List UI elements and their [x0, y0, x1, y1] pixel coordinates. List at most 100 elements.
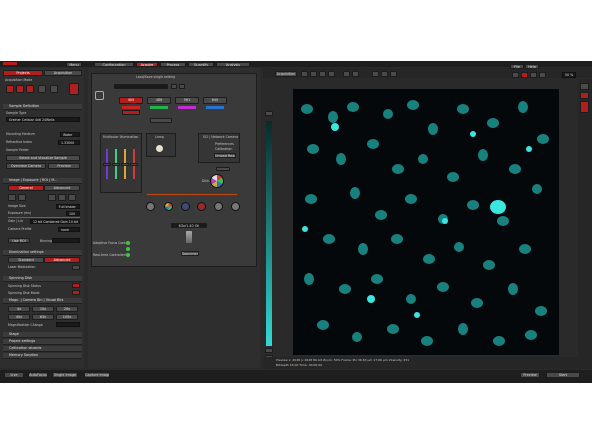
magnification-change-select[interactable]: [56, 322, 80, 327]
channel-dropdown[interactable]: [150, 118, 172, 123]
preview-bottom-button[interactable]: Preview: [520, 372, 540, 378]
wheel-5[interactable]: [214, 202, 223, 211]
save-setting-icon[interactable]: [171, 84, 177, 89]
viewer-tool-4[interactable]: [328, 71, 335, 77]
image-icon-1[interactable]: [8, 194, 16, 201]
viewer-tool-1[interactable]: [301, 71, 308, 77]
menu-button[interactable]: Menu: [66, 62, 82, 67]
viewer-tool-3[interactable]: [319, 71, 326, 77]
record-icon[interactable]: [69, 83, 79, 95]
illumination-header[interactable]: Illumination settings: [3, 250, 82, 256]
microscope-image[interactable]: [293, 89, 559, 355]
viewer-tool-2[interactable]: [310, 71, 317, 77]
project-settings-header[interactable]: Project settings: [3, 339, 82, 345]
standard-tab[interactable]: Standard: [8, 257, 44, 263]
image-icon-2[interactable]: [18, 194, 26, 201]
image-section-header[interactable]: Image | Exposure | ROI | M...: [3, 178, 82, 184]
tab-configuration[interactable]: Configuration: [94, 62, 134, 67]
image-icon-3[interactable]: [48, 194, 56, 201]
mag-button-6[interactable]: 100x: [56, 314, 78, 320]
sd-status-toggle[interactable]: [72, 283, 80, 288]
help-menu[interactable]: Help: [525, 64, 539, 69]
right-tool-1[interactable]: [580, 83, 589, 90]
tab-projects[interactable]: Projects: [3, 70, 43, 76]
slider-561-knob[interactable]: [121, 163, 129, 166]
mag-button-1[interactable]: 4x: [8, 306, 30, 312]
tab-quantify[interactable]: Quantify: [188, 62, 214, 67]
exposure-input[interactable]: 100: [66, 211, 80, 216]
right-tool-3[interactable]: [580, 101, 589, 113]
channel-405-intensity[interactable]: [122, 110, 140, 115]
mode-button-5[interactable]: [50, 85, 58, 93]
wheel-4[interactable]: [197, 202, 206, 211]
specimen-button[interactable]: Specimen: [181, 251, 199, 256]
window-tool-2[interactable]: [521, 72, 528, 78]
window-tool-4[interactable]: [539, 72, 546, 78]
preview-button[interactable]: Preview: [48, 163, 80, 169]
binning-select[interactable]: [52, 238, 80, 243]
window-tool-3[interactable]: [530, 72, 537, 78]
gain-select[interactable]: 12 bit Combined Gain 10 bit: [30, 219, 80, 224]
filter-wheel[interactable]: [210, 174, 224, 188]
sd-mode-toggle[interactable]: [72, 290, 80, 295]
viewer-tool-5[interactable]: [343, 71, 350, 77]
overview-camera-button[interactable]: Overview Camera: [6, 163, 46, 169]
lamp-icon[interactable]: [156, 145, 163, 152]
tab-acquisition[interactable]: Acquisition: [44, 70, 82, 76]
settings-select[interactable]: [114, 84, 168, 89]
image-size-select[interactable]: Full Image: [56, 204, 80, 209]
viewer-tool-6[interactable]: [352, 71, 359, 77]
slider-405-knob[interactable]: [103, 163, 111, 166]
slider-488-knob[interactable]: [112, 163, 120, 166]
sample-type-select[interactable]: Greiner Cellstar 4x6 24Wells: [6, 117, 80, 122]
mag-button-5[interactable]: 63x: [32, 314, 54, 320]
wheel-6[interactable]: [231, 202, 240, 211]
mounting-select[interactable]: Water: [60, 132, 80, 137]
image-icon-5[interactable]: [68, 194, 76, 201]
refractive-input[interactable]: 1.33000: [58, 140, 80, 145]
intensity-scale[interactable]: [266, 121, 272, 346]
start-button[interactable]: Start: [546, 372, 580, 378]
capture-image-button[interactable]: Capture Image: [84, 372, 110, 378]
advanced-tab[interactable]: Advanced: [44, 185, 80, 191]
illum-advanced-tab[interactable]: Advanced: [44, 257, 80, 263]
channel-405-button[interactable]: 405: [119, 97, 143, 104]
use-roi-button[interactable]: Use ROI: [8, 238, 30, 243]
image-icon-4[interactable]: [58, 194, 66, 201]
sample-definition-header[interactable]: Sample Definition: [3, 104, 82, 110]
scale-bottom-button[interactable]: [265, 348, 273, 353]
single-image-button[interactable]: Single Image: [52, 372, 78, 378]
calibration-header[interactable]: Calibration wizards: [3, 346, 82, 352]
window-tool-1[interactable]: [512, 72, 519, 78]
tab-acquire[interactable]: Acquire: [136, 62, 158, 67]
spinning-disk-header[interactable]: Spinning Disk: [3, 276, 82, 282]
viewer-tool-8[interactable]: [381, 71, 388, 77]
zoom-select[interactable]: 50 %: [562, 72, 576, 78]
wheel-3[interactable]: [181, 202, 190, 211]
stage-header[interactable]: Stage: [3, 332, 82, 338]
channel-561-button[interactable]: 561: [175, 97, 199, 104]
camera-profile-select[interactable]: none: [58, 227, 80, 232]
exposure-slider[interactable]: [8, 217, 80, 218]
autofocus-button[interactable]: AutoFocus: [28, 372, 48, 378]
mode-button-2[interactable]: [16, 85, 24, 93]
file-menu[interactable]: File: [510, 64, 524, 69]
general-tab[interactable]: General: [8, 185, 44, 191]
mag-button-2[interactable]: 10x: [32, 306, 54, 312]
mode-button-4[interactable]: [38, 85, 46, 93]
memory-header[interactable]: Memory Sorption: [3, 353, 82, 359]
unload-button[interactable]: Unload Readings: [214, 153, 236, 158]
objective-select[interactable]: 63x/1.40 Oil: [171, 223, 207, 228]
viewer-tool-9[interactable]: [390, 71, 397, 77]
camera-settings-button[interactable]: [216, 167, 230, 171]
laser-modulation-toggle[interactable]: [72, 265, 80, 270]
mag-button-4[interactable]: 40x: [8, 314, 30, 320]
wheel-2[interactable]: [164, 202, 173, 211]
viewer-tool-7[interactable]: [372, 71, 379, 77]
right-tool-2[interactable]: [580, 92, 589, 99]
channel-640-button[interactable]: 640: [203, 97, 227, 104]
tab-process[interactable]: Process: [160, 62, 186, 67]
mag-button-3[interactable]: 20x: [56, 306, 78, 312]
load-setting-icon[interactable]: [179, 84, 185, 89]
slider-640-knob[interactable]: [130, 163, 138, 166]
